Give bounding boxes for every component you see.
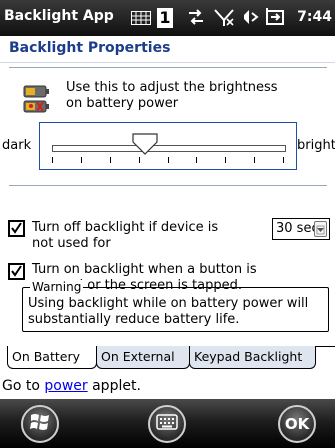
slider-min-label: dark — [2, 138, 32, 153]
tab-keypad-backlight[interactable]: Keypad Backlight — [189, 346, 316, 369]
slider-tick — [81, 157, 82, 163]
slider-tick — [196, 157, 197, 163]
turn-off-backlight-checkbox[interactable] — [8, 220, 25, 237]
slider-thumb[interactable] — [132, 133, 158, 159]
timeout-dropdown[interactable]: 30 sec — [272, 218, 330, 240]
clock[interactable]: 7:44 — [297, 9, 332, 25]
title-bar: Backlight App 1 7:44 — [0, 0, 335, 36]
slider-tick — [168, 157, 169, 163]
sync-arrows-icon[interactable] — [186, 7, 206, 32]
section-divider — [9, 185, 327, 186]
footer-suffix: applet. — [87, 378, 141, 394]
tab-on-battery[interactable]: On Battery — [7, 346, 97, 369]
slider-tick — [283, 157, 284, 163]
battery-charging-icon[interactable] — [264, 7, 286, 32]
notification-badge[interactable]: 1 — [157, 8, 173, 28]
ok-button[interactable]: OK — [278, 405, 316, 443]
tab-bar-edge — [316, 346, 335, 347]
page-header: Backlight Properties — [0, 36, 335, 63]
warning-text-line1: Using backlight while on battery power w… — [28, 296, 309, 311]
keyboard-icon — [156, 414, 178, 434]
brightness-description-line1: Use this to adjust the brightness — [66, 80, 278, 95]
brightness-slider[interactable] — [39, 122, 297, 170]
windows-logo-icon — [29, 411, 51, 437]
slider-ticks — [52, 157, 284, 163]
battery-brightness-icon — [23, 84, 53, 120]
slider-tick — [110, 157, 111, 163]
brightness-description-line2: on battery power — [66, 96, 179, 111]
turn-off-label-line1[interactable]: Turn off backlight if device is — [32, 220, 218, 236]
keyboard-button[interactable] — [148, 405, 186, 443]
footer-prefix: Go to — [2, 378, 45, 394]
app-title: Backlight App — [4, 8, 114, 24]
warning-legend: Warning — [30, 280, 84, 294]
dropdown-arrow-icon[interactable] — [314, 221, 327, 237]
footer-link-row: Go to power applet. — [2, 378, 141, 394]
no-signal-icon[interactable] — [213, 7, 235, 32]
battery-grid-icon[interactable] — [131, 10, 151, 30]
soft-key-bar: OK — [0, 399, 335, 448]
timeout-value: 30 sec — [276, 221, 319, 236]
warning-text-line2: substantially reduce battery life. — [28, 312, 240, 327]
slider-tick — [52, 157, 53, 163]
slider-max-label: bright — [297, 138, 335, 153]
tab-on-external[interactable]: On External — [96, 346, 190, 369]
slider-tick — [254, 157, 255, 163]
power-applet-link[interactable]: power — [44, 378, 87, 394]
turn-on-label-line1[interactable]: Turn on backlight when a button is — [32, 262, 257, 278]
volume-muted-icon[interactable] — [240, 7, 260, 32]
turn-on-backlight-checkbox[interactable] — [8, 263, 25, 280]
start-windows-button[interactable] — [21, 405, 59, 443]
header-divider — [9, 67, 327, 68]
ok-label: OK — [284, 415, 310, 433]
page-title: Backlight Properties — [9, 40, 171, 56]
turn-off-label-line2[interactable]: not used for — [32, 236, 111, 252]
slider-track[interactable] — [52, 145, 286, 152]
slider-tick — [225, 157, 226, 163]
